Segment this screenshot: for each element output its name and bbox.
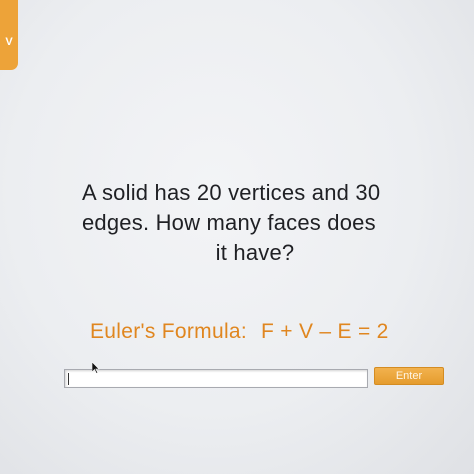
euler-formula-hint: Euler's Formula: F + V – E = 2 [90,320,389,344]
question-screen: V A solid has 20 vertices and 30 edges. … [0,0,474,474]
answer-input[interactable] [64,369,368,388]
question-text: A solid has 20 vertices and 30 edges. Ho… [70,178,440,268]
enter-button[interactable]: Enter [374,367,444,385]
text-caret [68,373,69,385]
question-line-3: it have? [215,240,295,265]
enter-button-label: Enter [395,370,423,382]
formula-expression: F + V – E = 2 [261,320,389,343]
corner-tab[interactable]: V [0,0,18,70]
formula-label: Euler's Formula: [90,320,248,343]
question-line-2: edges. How many faces does [82,210,376,235]
question-line-1: A solid has 20 vertices and 30 [82,180,381,205]
mouse-pointer-icon [92,362,100,374]
corner-tab-label: V [5,36,13,48]
